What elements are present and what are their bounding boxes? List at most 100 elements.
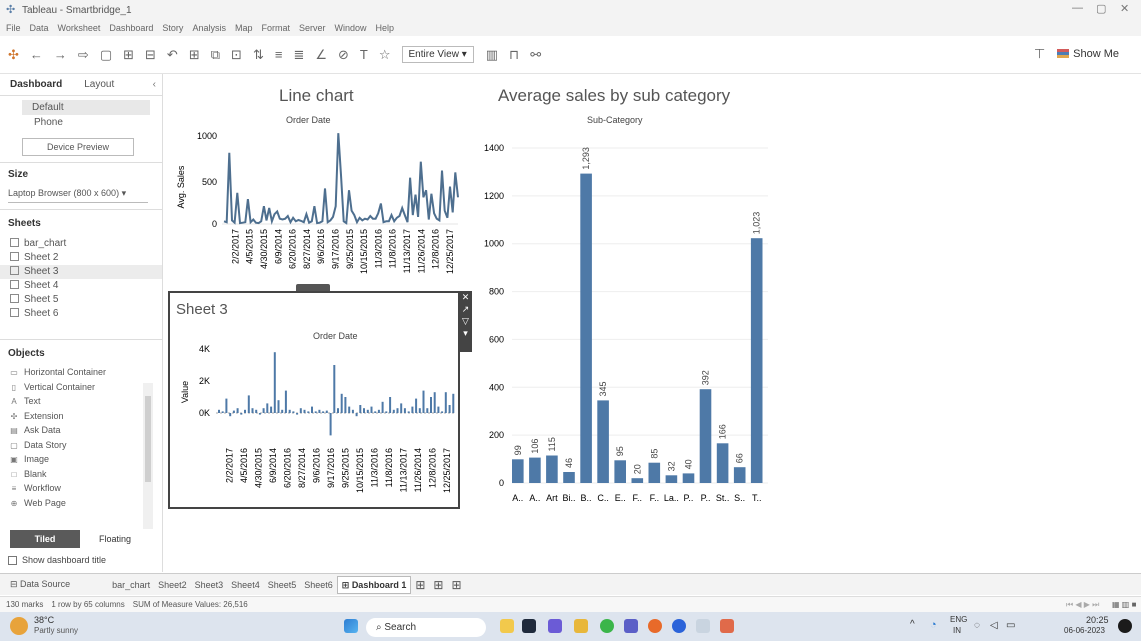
- menu-help[interactable]: Help: [376, 23, 395, 33]
- sheet-item-sheet2[interactable]: Sheet 2: [0, 251, 162, 265]
- weather-icon[interactable]: [10, 617, 28, 635]
- firefox-icon[interactable]: [648, 619, 662, 633]
- new-worksheet-icon[interactable]: ⊞: [189, 47, 200, 63]
- sort-asc-icon[interactable]: ≡: [275, 47, 283, 62]
- task-view-icon[interactable]: [522, 619, 536, 633]
- tableau-taskbar-icon[interactable]: [720, 619, 734, 633]
- menu-dashboard[interactable]: Dashboard: [109, 23, 153, 33]
- label-icon[interactable]: ⊘: [338, 47, 349, 63]
- wifi-icon[interactable]: ◌: [974, 620, 980, 631]
- data-source-icon[interactable]: ⇨: [78, 47, 89, 63]
- weather-desc[interactable]: Partly sunny: [34, 626, 78, 635]
- taskbar-search[interactable]: ⌕ Search: [366, 618, 486, 637]
- collapse-panel-icon[interactable]: ‹: [153, 79, 156, 90]
- sheet-item-sheet4[interactable]: Sheet 4: [0, 279, 162, 293]
- volume-icon[interactable]: ◁: [990, 620, 998, 631]
- save-icon[interactable]: ▢: [100, 47, 112, 63]
- forward-icon[interactable]: →: [54, 47, 67, 62]
- duplicate-icon[interactable]: ⧉: [211, 47, 220, 63]
- windows-start-icon[interactable]: [344, 619, 358, 633]
- tab-sheet5[interactable]: Sheet5: [264, 580, 301, 590]
- highlight-icon[interactable]: ∠: [315, 47, 327, 63]
- battery-icon[interactable]: ▭: [1006, 620, 1015, 631]
- new-sheet-icon[interactable]: ⊟: [145, 47, 156, 63]
- clock-time[interactable]: 20:25: [1086, 615, 1109, 625]
- notification-icon[interactable]: [1118, 619, 1132, 633]
- tray-chevron-icon[interactable]: ^: [910, 619, 915, 630]
- tray-app-icon[interactable]: ◔: [930, 619, 937, 631]
- tab-data-source[interactable]: ⊟ Data Source: [0, 579, 74, 590]
- chat-icon[interactable]: [548, 619, 562, 633]
- sheet-item-sheet3[interactable]: Sheet 3: [0, 265, 162, 279]
- tab-sheet6[interactable]: Sheet6: [300, 580, 337, 590]
- tab-sheet4[interactable]: Sheet4: [227, 580, 264, 590]
- close-icon[interactable]: ✕: [1120, 2, 1129, 15]
- view-select[interactable]: Entire View ▾: [401, 46, 474, 63]
- object-web-page[interactable]: ⊕ Web Page: [0, 496, 162, 511]
- add-datasource-icon[interactable]: ⊞: [123, 47, 134, 63]
- chrome-icon[interactable]: [600, 619, 614, 633]
- tab-layout[interactable]: Layout: [72, 79, 126, 90]
- pin-icon[interactable]: ☆: [379, 47, 391, 63]
- object-workflow[interactable]: ≡ Workflow: [0, 481, 162, 496]
- menu-map[interactable]: Map: [235, 23, 253, 33]
- device-preview-button[interactable]: Device Preview: [22, 138, 134, 156]
- sort-desc-icon[interactable]: ≣: [293, 47, 304, 63]
- new-story-tab-icon[interactable]: ⊞: [447, 578, 465, 592]
- size-dropdown[interactable]: Laptop Browser (800 x 600) ▾: [0, 180, 162, 199]
- tableau-home-icon[interactable]: ✣: [8, 47, 19, 63]
- show-title-checkbox[interactable]: [8, 555, 17, 565]
- object-horizontal-container[interactable]: ▭ Horizontal Container: [0, 365, 162, 380]
- page-nav-icon[interactable]: ⏮ ◀ ▶ ⏭: [1066, 600, 1099, 610]
- menu-file[interactable]: File: [6, 23, 21, 33]
- show-me-button[interactable]: Show Me: [1057, 48, 1119, 60]
- weather-temp[interactable]: 38°C: [34, 615, 54, 625]
- tiled-button[interactable]: Tiled: [10, 530, 80, 548]
- device-phone[interactable]: Phone: [20, 115, 150, 130]
- maximize-icon[interactable]: ▢: [1096, 2, 1106, 15]
- pin-toolbar-icon[interactable]: ⊤: [1034, 46, 1045, 62]
- object-blank[interactable]: □ Blank: [0, 467, 162, 482]
- show-title-checkbox-row[interactable]: Show dashboard title: [8, 555, 106, 565]
- edge-icon[interactable]: [672, 619, 686, 633]
- object-extension[interactable]: ✣ Extension: [0, 409, 162, 424]
- menu-window[interactable]: Window: [335, 23, 367, 33]
- floating-button[interactable]: Floating: [80, 530, 150, 548]
- tab-sheet2[interactable]: Sheet2: [154, 580, 191, 590]
- menu-worksheet[interactable]: Worksheet: [58, 23, 101, 33]
- sheet-item-sheet5[interactable]: Sheet 5: [0, 293, 162, 307]
- clear-sheet-icon[interactable]: ⊡: [231, 47, 242, 63]
- new-worksheet-tab-icon[interactable]: ⊞: [411, 578, 429, 592]
- tab-sheet3[interactable]: Sheet3: [191, 580, 228, 590]
- object-vertical-container[interactable]: ▯ Vertical Container: [0, 380, 162, 395]
- file-explorer-icon[interactable]: [574, 619, 588, 633]
- teams-icon[interactable]: [624, 619, 638, 633]
- new-dashboard-tab-icon[interactable]: ⊞: [429, 578, 447, 592]
- settings-icon[interactable]: [696, 619, 710, 633]
- text-icon[interactable]: T: [360, 47, 368, 62]
- presentation-icon[interactable]: ▥: [486, 47, 498, 63]
- tab-dashboard1[interactable]: ⊞ Dashboard 1: [336, 575, 412, 594]
- clock-date[interactable]: 06-06-2023: [1064, 626, 1105, 635]
- lang-eng[interactable]: ENG: [950, 615, 967, 624]
- lang-in[interactable]: IN: [953, 626, 961, 635]
- object-data-story[interactable]: ▢ Data Story: [0, 438, 162, 453]
- objects-scroll-thumb[interactable]: [145, 396, 151, 482]
- menu-analysis[interactable]: Analysis: [192, 23, 226, 33]
- object-text[interactable]: A Text: [0, 394, 162, 409]
- swap-icon[interactable]: ⇅: [253, 47, 264, 63]
- object-ask-data[interactable]: ▤ Ask Data: [0, 423, 162, 438]
- back-icon[interactable]: ←: [30, 47, 43, 62]
- menu-data[interactable]: Data: [30, 23, 49, 33]
- minimize-icon[interactable]: —: [1072, 2, 1083, 14]
- view-toggle-icon[interactable]: ▦ ▥ ■: [1112, 600, 1136, 609]
- share-icon[interactable]: ⚯: [530, 47, 541, 63]
- tab-bar-chart[interactable]: bar_chart: [108, 580, 154, 590]
- tab-dashboard[interactable]: Dashboard: [0, 79, 72, 90]
- sheet-item-sheet6[interactable]: Sheet 6: [0, 307, 162, 321]
- object-image[interactable]: ▣ Image: [0, 452, 162, 467]
- menu-story[interactable]: Story: [162, 23, 183, 33]
- device-default[interactable]: Default: [22, 100, 150, 115]
- menu-server[interactable]: Server: [299, 23, 326, 33]
- undo-icon[interactable]: ↶: [167, 47, 178, 63]
